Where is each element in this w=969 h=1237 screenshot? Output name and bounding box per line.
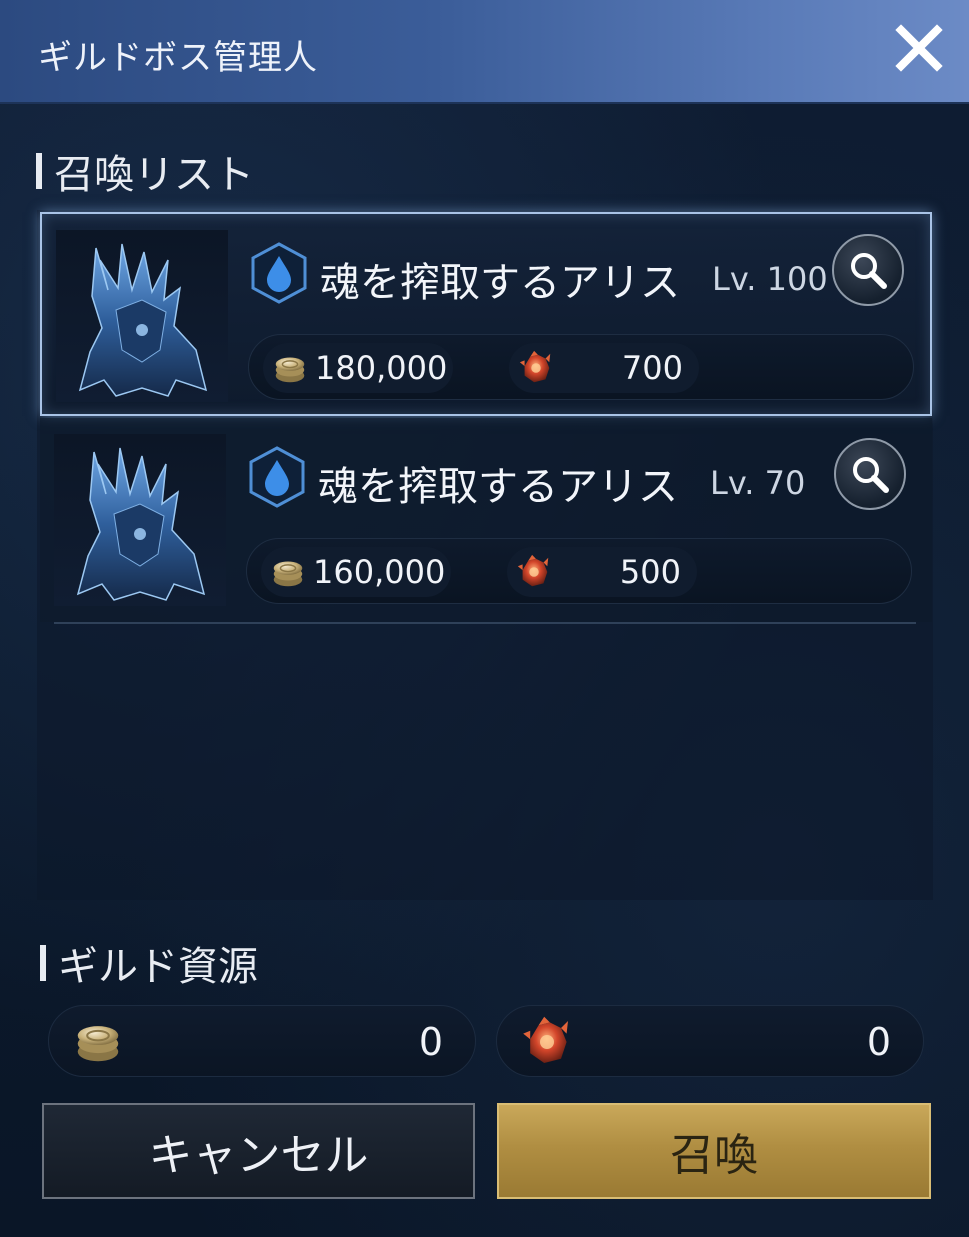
water-drop-icon (250, 242, 308, 304)
boss-name: 魂を搾取するアリス (318, 464, 678, 510)
dialog-title: ギルドボス管理人 (38, 38, 318, 78)
summon-list-heading-text: 召喚リスト (54, 152, 254, 198)
dialog-header: ギルドボス管理人 (0, 0, 969, 104)
cancel-button[interactable]: キャンセル (42, 1103, 475, 1199)
gold-cost: 160,000 (261, 547, 451, 597)
summon-list-heading: 召喚リスト (36, 142, 254, 200)
guild-gold-resource: 0 (48, 1005, 476, 1077)
guild-boss-dialog: ギルドボス管理人 召喚リスト 魂を搾取するアリス Lv. 100 180,000… (0, 0, 969, 1237)
inspect-button[interactable] (834, 438, 906, 510)
guild-resources-heading: ギルド資源 (40, 934, 258, 992)
inspect-button[interactable] (832, 234, 904, 306)
material-cost-value: 500 (619, 553, 681, 591)
red-ore-icon (517, 349, 555, 387)
boss-portrait (54, 434, 226, 606)
summon-button[interactable]: 召喚 (497, 1103, 931, 1199)
material-cost: 500 (507, 547, 697, 597)
magnifier-icon (851, 253, 887, 289)
guild-material-value: 0 (866, 1020, 891, 1064)
boss-name: 魂を搾取するアリス (320, 260, 680, 306)
water-drop-icon (248, 446, 306, 508)
gold-coin-icon (269, 553, 307, 591)
boss-portrait-image (54, 434, 226, 606)
gold-coin-icon (71, 1014, 125, 1068)
cost-row: 160,000 500 (246, 538, 912, 604)
boss-level: Lv. 100 (712, 260, 828, 298)
guild-material-resource: 0 (496, 1005, 924, 1077)
red-ore-icon (519, 1014, 575, 1070)
heading-bar (40, 945, 46, 981)
close-icon (895, 24, 943, 72)
cost-row: 180,000 700 (248, 334, 914, 400)
close-button[interactable] (893, 22, 945, 74)
gold-cost: 180,000 (263, 343, 453, 393)
gold-cost-value: 160,000 (313, 553, 446, 591)
boss-portrait (56, 230, 228, 402)
guild-resources-heading-text: ギルド資源 (58, 944, 258, 990)
boss-list-item[interactable]: 魂を搾取するアリス Lv. 70 160,000 500 (40, 418, 932, 622)
boss-portrait-image (56, 230, 228, 402)
boss-level: Lv. 70 (710, 464, 806, 502)
boss-list-item[interactable]: 魂を搾取するアリス Lv. 100 180,000 700 (40, 212, 932, 416)
material-cost: 700 (509, 343, 699, 393)
magnifier-icon (853, 457, 889, 493)
gold-coin-icon (271, 349, 309, 387)
gold-cost-value: 180,000 (315, 349, 448, 387)
guild-gold-value: 0 (418, 1020, 443, 1064)
list-divider (54, 622, 916, 624)
red-ore-icon (515, 553, 553, 591)
heading-bar (36, 153, 42, 189)
material-cost-value: 700 (621, 349, 683, 387)
